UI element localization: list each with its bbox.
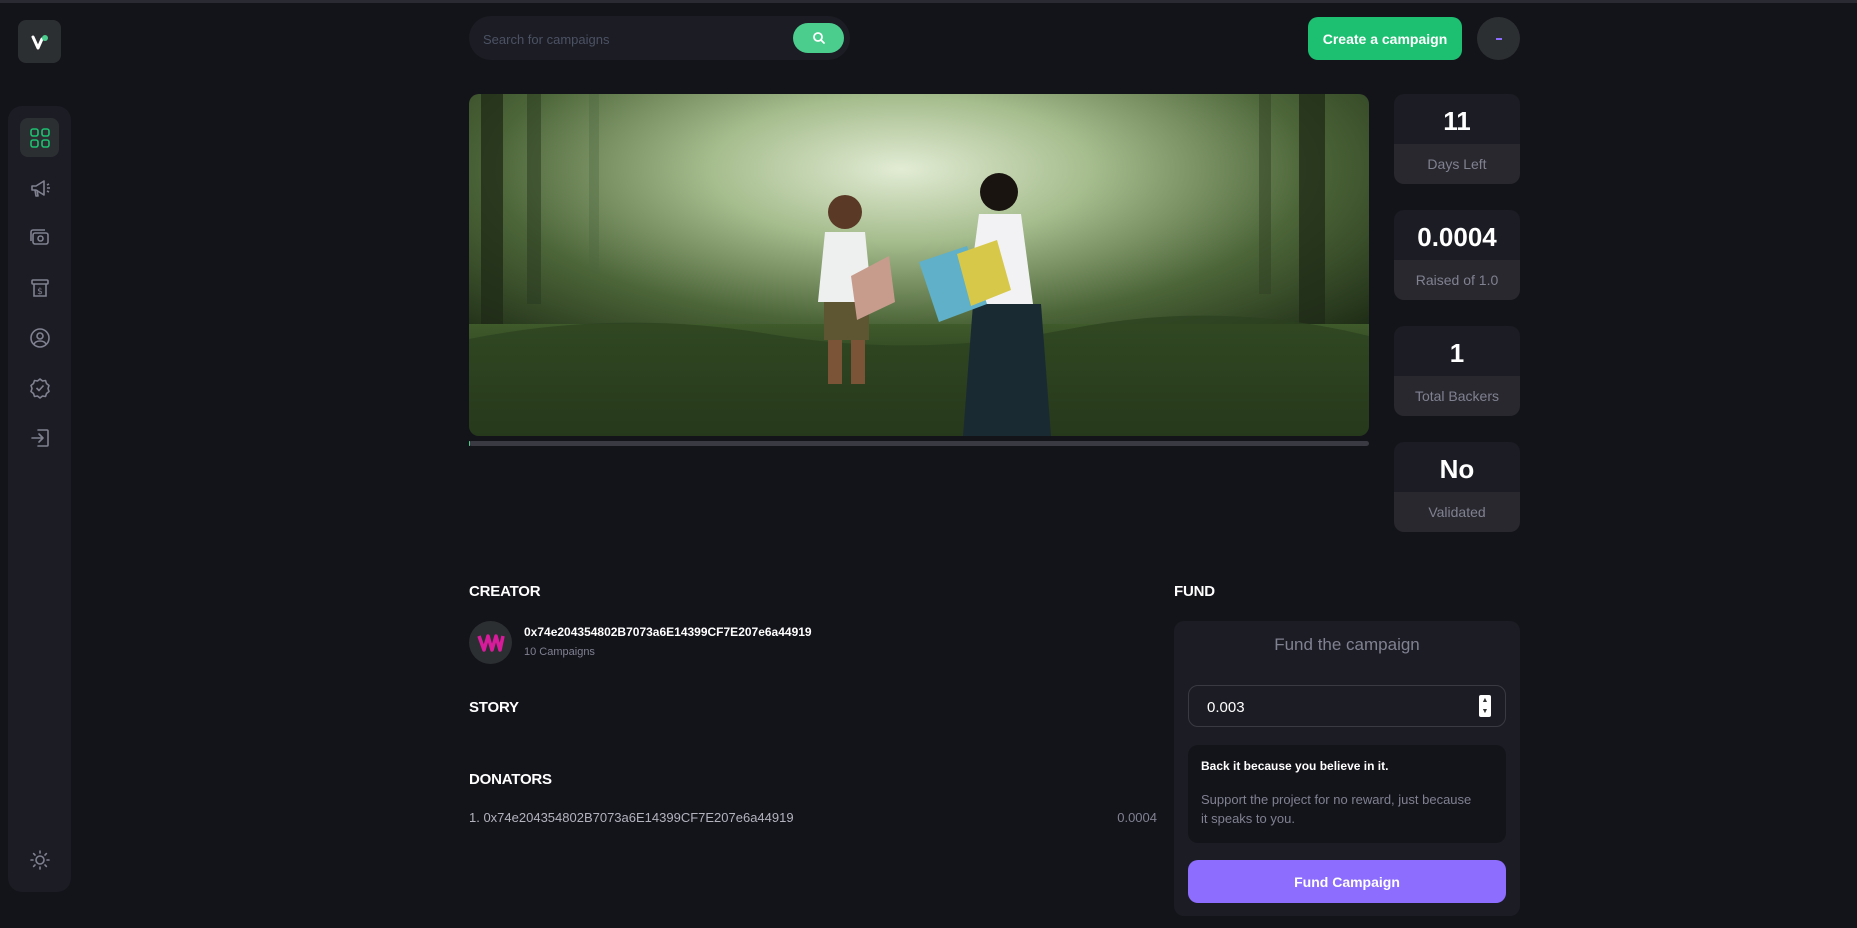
stat-value: No [1394,442,1520,492]
sidebar-item-withdraw[interactable]: $ [20,268,59,307]
verified-icon [29,377,50,399]
campaign-image [469,94,1369,436]
stat-label: Total Backers [1394,376,1520,416]
search-icon [812,32,825,44]
theme-toggle[interactable] [20,840,59,879]
sun-icon [29,849,50,870]
stat-raised: 0.0004 Raised of 1.0 [1394,210,1520,300]
creator-heading: Creator [469,583,541,600]
story-heading: Story [469,699,519,716]
creator-logo-icon [476,633,505,652]
fund-amount-field: ▲ ▼ [1188,685,1506,727]
search-input[interactable] [481,24,765,54]
dashboard-icon [29,127,50,148]
logo-icon [31,34,48,49]
fund-amount-input[interactable] [1205,695,1449,719]
payment-icon [29,228,49,245]
search-bar [469,16,850,60]
donators-heading: Donators [469,771,552,788]
fund-heading: Fund [1174,583,1215,600]
stat-label: Raised of 1.0 [1394,260,1520,300]
sidebar-item-payment[interactable] [20,218,59,257]
stat-label: Validated [1394,492,1520,532]
stat-value: 0.0004 [1394,210,1520,260]
sidebar: $ [8,106,71,892]
sidebar-item-dashboard[interactable] [20,118,59,157]
sidebar-item-campaign[interactable] [20,168,59,207]
fund-card-title: Fund the campaign [1274,635,1420,654]
top-border [0,0,1857,3]
stat-total-backers: 1 Total Backers [1394,326,1520,416]
withdraw-icon: $ [30,278,49,297]
donator-row: 1. 0x74e204354802B7073a6E14399CF7E207e6a… [469,810,1157,825]
sidebar-item-profile[interactable] [20,318,59,357]
fund-campaign-button[interactable]: Fund Campaign [1188,860,1506,903]
fund-info-text: Support the project for no reward, just … [1201,792,1472,826]
profile-icon [29,327,50,348]
sidebar-item-logout[interactable] [20,418,59,457]
stat-days-left: 11 Days Left [1394,94,1520,184]
fund-info-box: Back it because you believe in it. Suppo… [1188,745,1506,843]
stepper-up-icon[interactable]: ▲ [1482,697,1489,704]
stat-value: 11 [1394,94,1520,144]
stat-label: Days Left [1394,144,1520,184]
logout-icon [30,428,49,447]
fund-card: Fund the campaign ▲ ▼ Back it because yo… [1174,621,1520,916]
stat-value: 1 [1394,326,1520,376]
creator-address: 0x74e204354802B7073a6E14399CF7E207e6a449… [524,625,812,639]
creator-campaign-count: 10 Campaigns [524,646,595,658]
fund-info-title: Back it because you believe in it. [1201,759,1389,773]
sidebar-item-verified[interactable] [20,368,59,407]
donator-amount: 0.0004 [1117,810,1157,825]
search-button[interactable] [793,23,844,53]
stat-validated: No Validated [1394,442,1520,532]
profile-avatar-button[interactable] [1477,17,1520,60]
app-logo[interactable] [18,20,61,63]
amount-stepper[interactable]: ▲ ▼ [1479,695,1491,717]
campaign-photo [469,94,1369,436]
stepper-down-icon[interactable]: ▼ [1482,708,1489,715]
funding-progress-bar [469,441,1369,446]
create-campaign-button[interactable]: Create a campaign [1308,17,1462,60]
megaphone-icon [30,179,50,197]
creator-avatar [469,621,512,664]
avatar-icon [1495,37,1502,40]
donator-address: 1. 0x74e204354802B7073a6E14399CF7E207e6a… [469,810,794,825]
svg-text:$: $ [37,287,43,297]
